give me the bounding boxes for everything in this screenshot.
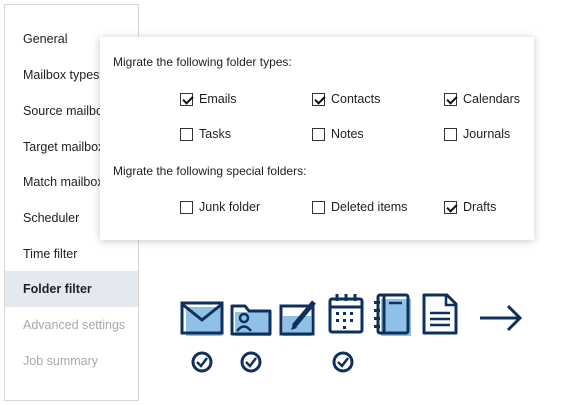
envelope-icon [180,301,224,336]
envelope-selected-check-icon [191,351,213,373]
contact-selected-check-icon [240,351,262,373]
arrow-right-icon [480,304,523,332]
note-pencil-icon [279,300,316,336]
journal-icon [374,293,411,336]
calendar-icon [328,294,364,334]
calendar-selected-check-icon [332,351,354,373]
folder-types-illustration [180,293,523,373]
document-icon [422,293,458,335]
contact-folder-icon [230,304,272,336]
